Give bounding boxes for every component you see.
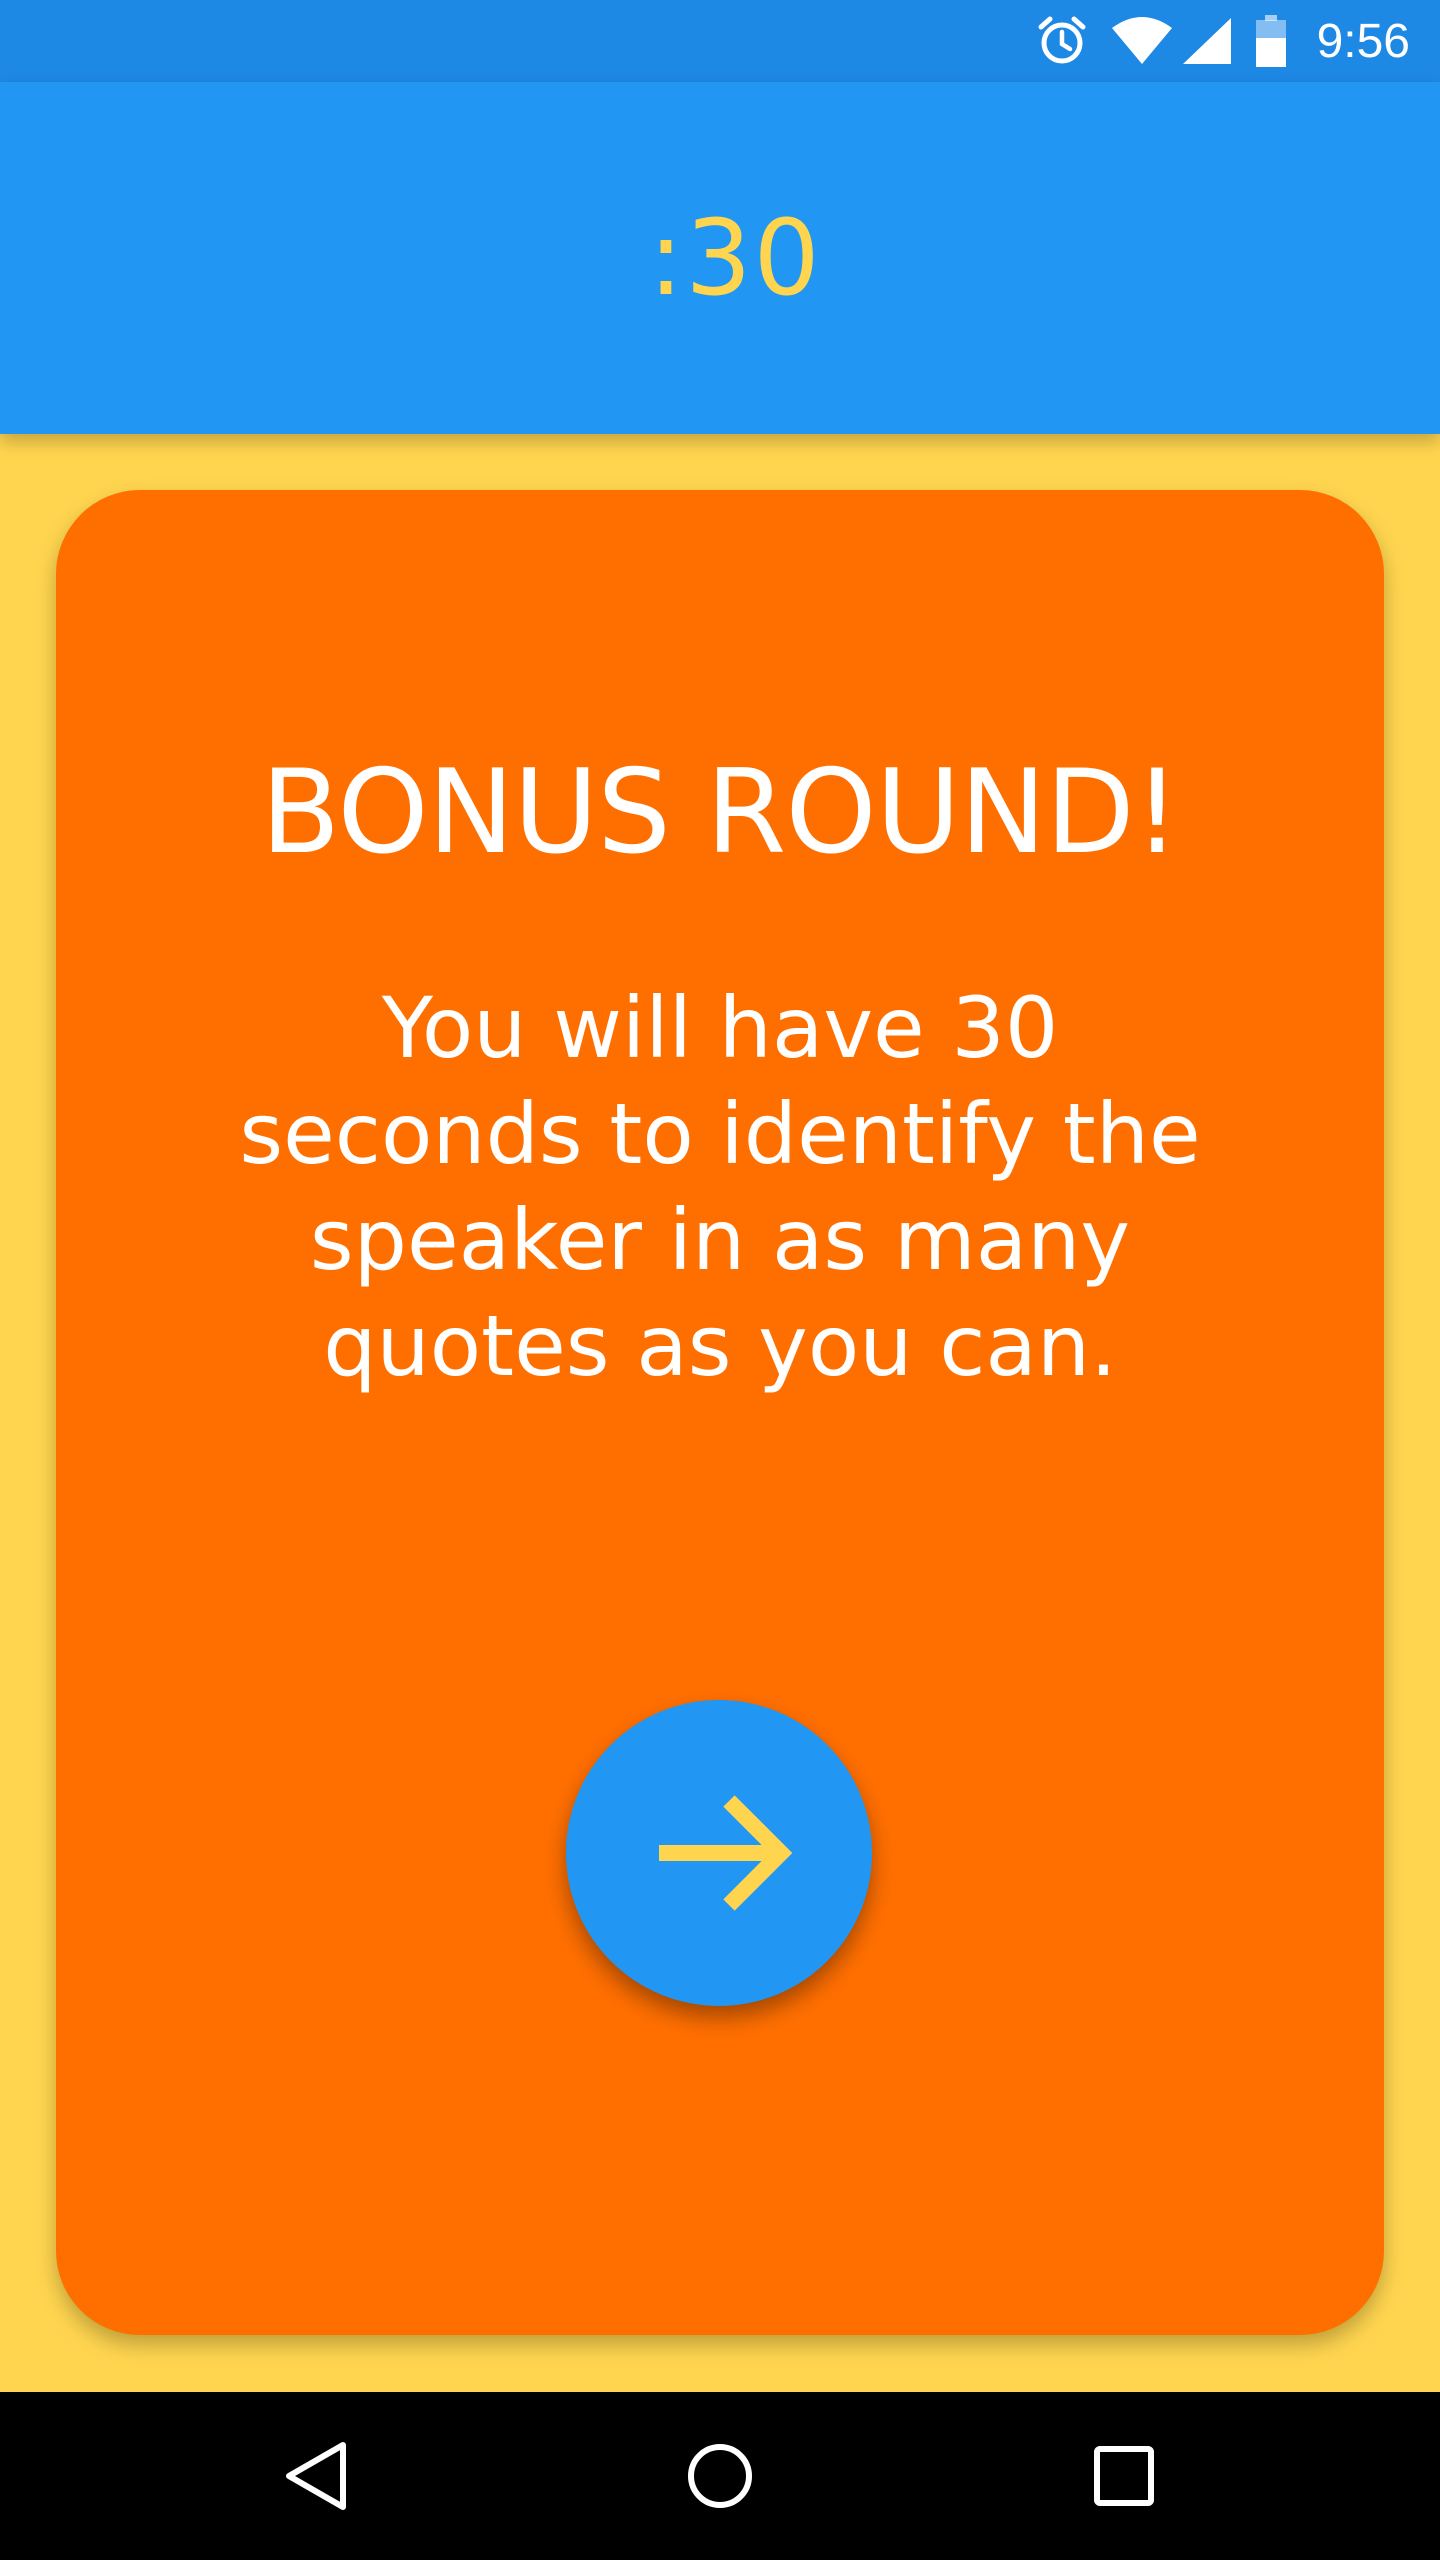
bonus-round-screen: 9:56 :30 BONUS ROUND! You will have 30 s… (0, 0, 1440, 2560)
alarm-icon (1035, 11, 1089, 71)
back-button[interactable] (266, 2426, 366, 2526)
bonus-round-card: BONUS ROUND! You will have 30 seconds to… (56, 490, 1384, 2335)
app-bar: :30 (0, 82, 1440, 434)
next-button[interactable] (566, 1700, 872, 2006)
home-icon (685, 2441, 755, 2511)
arrow-right-icon (619, 1753, 819, 1953)
card-title: BONUS ROUND! (260, 745, 1180, 880)
recents-icon (1093, 2445, 1155, 2507)
navigation-bar (0, 2392, 1440, 2560)
home-button[interactable] (670, 2426, 770, 2526)
wifi-icon (1111, 11, 1173, 71)
battery-icon (1255, 11, 1287, 71)
status-bar: 9:56 (0, 0, 1440, 82)
signal-icon (1181, 11, 1233, 71)
card-description: You will have 30 seconds to identify the… (239, 979, 1201, 1395)
status-time: 9:56 (1316, 14, 1410, 68)
back-icon (283, 2441, 349, 2511)
countdown-timer: :30 (648, 197, 822, 319)
recents-button[interactable] (1074, 2426, 1174, 2526)
